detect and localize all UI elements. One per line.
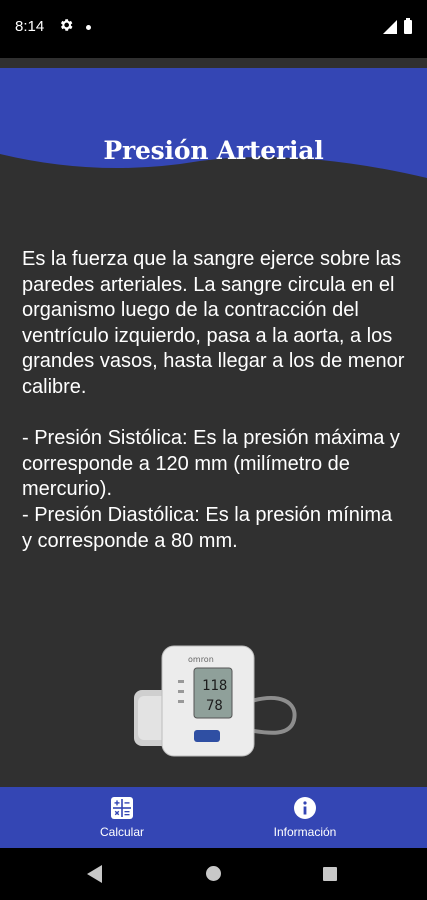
status-time: 8:14 bbox=[15, 18, 45, 35]
header bbox=[0, 68, 427, 192]
blood-pressure-monitor-image: omron 118 78 bbox=[134, 645, 297, 757]
nav-item-calcular[interactable]: Calcular bbox=[22, 787, 222, 848]
bottom-navigation: Calcular Información bbox=[0, 787, 427, 848]
back-icon[interactable] bbox=[87, 865, 103, 883]
nav-item-informacion[interactable]: Información bbox=[205, 787, 405, 848]
device-brand: omron bbox=[188, 655, 214, 664]
systolic-reading: 118 bbox=[202, 678, 227, 694]
gear-icon bbox=[60, 19, 73, 31]
home-icon[interactable] bbox=[206, 866, 221, 881]
header-wave-shape bbox=[0, 68, 427, 178]
battery-icon bbox=[404, 18, 412, 34]
info-icon bbox=[294, 797, 316, 819]
status-bar: 8:14 bbox=[0, 0, 427, 58]
signal-icon bbox=[383, 20, 397, 34]
recents-icon[interactable] bbox=[323, 867, 337, 881]
notification-dot-icon bbox=[86, 25, 91, 30]
page-title: Presión Arterial bbox=[103, 136, 324, 165]
calculator-icon bbox=[111, 797, 133, 819]
diastolic-reading: 78 bbox=[206, 698, 223, 714]
system-navigation-bar bbox=[0, 848, 427, 900]
nav-label-calcular: Calcular bbox=[99, 825, 144, 839]
nav-label-informacion: Información bbox=[273, 825, 337, 839]
screen: 8:14 Presión Arterial Es la fuerza que l… bbox=[0, 0, 427, 900]
description-text: Es la fuerza que la sangre ejerce sobre … bbox=[22, 248, 405, 552]
